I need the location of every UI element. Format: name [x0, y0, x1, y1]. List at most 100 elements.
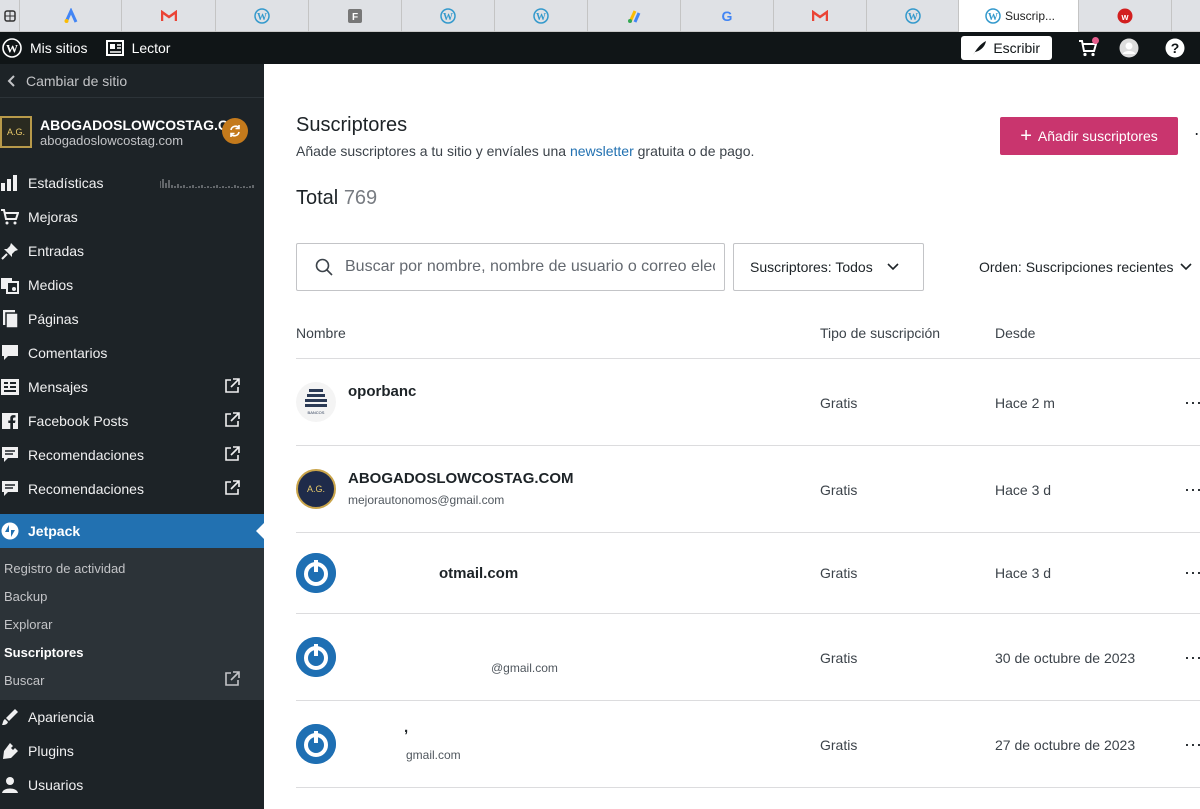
search-box[interactable]: [296, 243, 725, 291]
browser-tab[interactable]: W: [402, 0, 495, 32]
sync-icon: [228, 124, 242, 138]
avatar-icon: [1119, 38, 1139, 58]
add-subscribers-button[interactable]: + Añadir suscriptores: [1000, 117, 1178, 155]
external-link-icon: [224, 412, 240, 431]
subscriber-name[interactable]: ABOGADOSLOWCOSTAG.COM: [348, 470, 574, 487]
table-row[interactable]: , gmail.com Gratis 27 de octubre de 2023…: [296, 701, 1200, 788]
write-button[interactable]: Escribir: [961, 36, 1052, 60]
menu-item-plugins[interactable]: Plugins: [0, 734, 264, 768]
menu-item-recomendaciones-2[interactable]: Recomendaciones: [0, 472, 264, 506]
svg-text:F: F: [352, 12, 358, 23]
external-link-icon: [224, 446, 240, 465]
menu-item-comentarios[interactable]: Comentarios: [0, 336, 264, 370]
menu-item-mensajes[interactable]: Mensajes: [0, 370, 264, 404]
browser-tab[interactable]: w: [1079, 0, 1172, 32]
menu-item-medios[interactable]: Medios: [0, 268, 264, 302]
subscriber-name[interactable]: otmail.com: [439, 565, 518, 582]
subscriber-filter-dropdown[interactable]: Suscriptores: Todos: [733, 243, 924, 291]
search-input[interactable]: [345, 258, 715, 276]
browser-tab[interactable]: [20, 0, 122, 32]
subscriber-name[interactable]: oporbanc: [348, 383, 416, 400]
cart-button[interactable]: [1068, 37, 1108, 57]
external-link-icon: [224, 378, 240, 397]
subtitle-text: Añade suscriptores a tu sitio y envíales…: [296, 143, 570, 159]
sort-order-dropdown[interactable]: Orden: Suscripciones recientes: [979, 259, 1192, 275]
wordpress-logo-icon: W: [2, 38, 22, 58]
plus-icon: +: [1020, 125, 1032, 147]
browser-tab[interactable]: F: [309, 0, 402, 32]
newsletter-link[interactable]: newsletter: [570, 143, 634, 159]
my-sites-button[interactable]: W Mis sitios: [0, 32, 96, 64]
menu-item-label: Plugins: [28, 743, 74, 759]
site-logo: A.G.: [296, 469, 336, 509]
column-header-since: Desde: [995, 325, 1036, 341]
help-button[interactable]: ?: [1150, 38, 1200, 58]
gravatar-icon: [296, 637, 336, 677]
menu-item-facebook-posts[interactable]: Facebook Posts: [0, 404, 264, 438]
stats-sparkline: [159, 176, 256, 192]
row-actions-button[interactable]: ⋯: [1184, 393, 1200, 414]
table-row[interactable]: otmail.com Gratis Hace 3 d ⋯: [296, 533, 1200, 614]
submenu-item-label: Registro de actividad: [4, 560, 126, 576]
browser-tab[interactable]: [774, 0, 867, 32]
table-row[interactable]: BANCOS oporbanc Gratis Hace 2 m ⋯: [296, 359, 1200, 446]
menu-item-label: Facebook Posts: [28, 413, 129, 429]
gmail-icon: [160, 8, 177, 24]
f-icon: F: [347, 8, 363, 24]
browser-tab[interactable]: W: [867, 0, 959, 32]
write-label: Escribir: [993, 40, 1040, 56]
media-icon: [0, 275, 20, 295]
submenu-item-registro[interactable]: Registro de actividad: [0, 554, 264, 582]
more-options-button[interactable]: ⋯: [1194, 124, 1200, 144]
sync-button[interactable]: [222, 118, 248, 144]
browser-tab[interactable]: G: [681, 0, 774, 32]
google-ads-icon: [63, 8, 79, 24]
submenu-item-buscar[interactable]: Buscar: [0, 666, 264, 694]
menu-item-estadisticas[interactable]: Estadísticas: [0, 166, 264, 200]
menu-item-usuarios[interactable]: Usuarios: [0, 768, 264, 802]
submenu-item-backup[interactable]: Backup: [0, 582, 264, 610]
browser-tab[interactable]: [588, 0, 681, 32]
add-subscribers-label: Añadir suscriptores: [1037, 128, 1158, 144]
menu-item-recomendaciones[interactable]: Recomendaciones: [0, 438, 264, 472]
reader-button[interactable]: Lector: [98, 32, 179, 64]
chevron-down-icon: [887, 263, 899, 271]
users-icon: [0, 775, 20, 795]
gravatar-icon: [296, 724, 336, 764]
ellipsis-icon: ⋯: [1184, 480, 1200, 500]
site-card[interactable]: A.G. ABOGADOSLOWCOSTAG.COM abogadoslowco…: [0, 98, 264, 166]
menu-item-label: Mejoras: [28, 209, 78, 225]
menu-item-paginas[interactable]: Páginas: [0, 302, 264, 336]
subscriber-name[interactable]: ,: [404, 719, 408, 736]
switch-site-link[interactable]: Cambiar de sitio: [0, 64, 264, 98]
admin-bar-right: Escribir ?: [961, 32, 1200, 64]
table-header: Nombre Tipo de suscripción Desde: [296, 325, 1200, 359]
wordpress-icon: W: [904, 8, 921, 24]
browser-tab-active[interactable]: W Suscrip...: [959, 0, 1079, 32]
browser-tab[interactable]: [122, 0, 216, 32]
subscription-date: Hace 2 m: [995, 395, 1055, 411]
menu-item-entradas[interactable]: Entradas: [0, 234, 264, 268]
submenu-item-suscriptores[interactable]: Suscriptores: [0, 638, 264, 666]
table-row[interactable]: A.G. ABOGADOSLOWCOSTAG.COM mejorautonomo…: [296, 446, 1200, 533]
tab-groups-button[interactable]: [0, 0, 20, 32]
row-actions-button[interactable]: ⋯: [1184, 735, 1200, 756]
row-actions-button[interactable]: ⋯: [1184, 480, 1200, 501]
column-header-name: Nombre: [296, 325, 346, 341]
profile-button[interactable]: [1108, 38, 1150, 58]
row-actions-button[interactable]: ⋯: [1184, 563, 1200, 584]
menu-item-label: Recomendaciones: [28, 481, 144, 497]
filter-label: Suscriptores: Todos: [750, 259, 873, 275]
menu-item-label: Páginas: [28, 311, 79, 327]
browser-tab[interactable]: W: [216, 0, 309, 32]
row-actions-button[interactable]: ⋯: [1184, 648, 1200, 669]
menu-item-apariencia[interactable]: Apariencia: [0, 700, 264, 734]
pages-icon: [0, 309, 20, 329]
menu-item-jetpack[interactable]: Jetpack: [0, 514, 264, 548]
menu-item-mejoras[interactable]: Mejoras: [0, 200, 264, 234]
table-row[interactable]: @gmail.com Gratis 30 de octubre de 2023 …: [296, 614, 1200, 701]
submenu-item-explorar[interactable]: Explorar: [0, 610, 264, 638]
jetpack-submenu: Registro de actividad Backup Explorar Su…: [0, 548, 264, 700]
svg-text:W: W: [257, 12, 267, 23]
browser-tab[interactable]: W: [495, 0, 588, 32]
